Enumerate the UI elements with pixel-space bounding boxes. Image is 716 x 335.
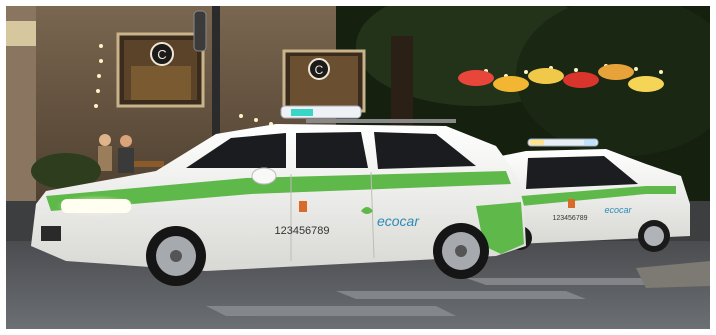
window-logo-letter: C xyxy=(315,63,324,77)
umbrella xyxy=(628,76,664,92)
taxi-front-phone: 123456789 xyxy=(274,225,329,237)
taxi-rear-brand: ecocar xyxy=(604,205,632,215)
umbrella xyxy=(563,72,599,88)
street-photo: C C 123456789 ecocar 123456789 ecocar xyxy=(6,6,710,329)
umbrella xyxy=(598,64,634,80)
umbrella xyxy=(493,76,529,92)
restaurant-window-right: C xyxy=(282,49,366,113)
street-pole xyxy=(212,6,220,146)
umbrella xyxy=(528,68,564,84)
umbrella xyxy=(458,70,494,86)
restaurant-window-left: C xyxy=(116,32,205,108)
taxi-rear-phone: 123456789 xyxy=(552,215,587,222)
window-logo-letter: C xyxy=(157,47,166,62)
taxi-front-brand: ecocar xyxy=(377,213,420,229)
